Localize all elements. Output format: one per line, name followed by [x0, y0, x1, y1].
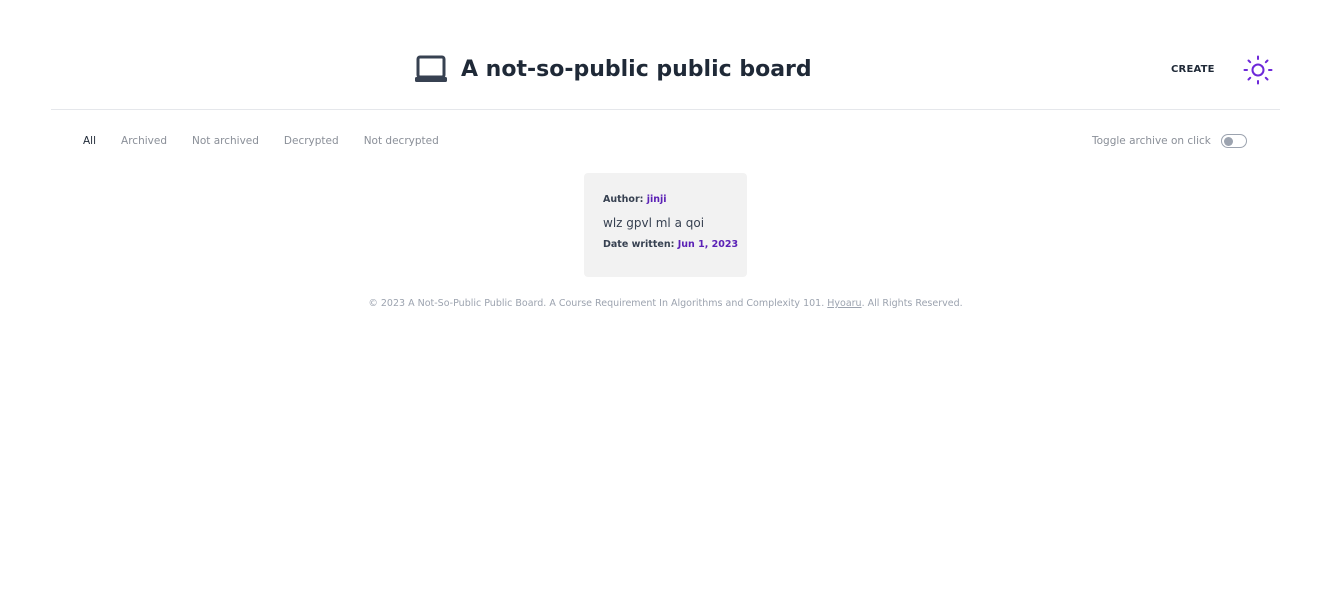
post-card[interactable]: Author: jinji wlz gpvl ml a qoi Date wri… — [584, 173, 747, 277]
site-header: A not-so-public public board CREATE — [51, 30, 1280, 110]
page-title: A not-so-public public board — [461, 56, 812, 82]
tab-not-archived[interactable]: Not archived — [183, 131, 268, 151]
filter-tabs: All Archived Not archived Decrypted Not … — [74, 131, 448, 151]
archive-toggle-group: Toggle archive on click — [1092, 131, 1247, 151]
tab-archived[interactable]: Archived — [112, 131, 176, 151]
archive-toggle-label: Toggle archive on click — [1092, 135, 1211, 147]
footer-rights: . All Rights Reserved. — [861, 298, 963, 309]
date-value: Jun 1, 2023 — [677, 239, 739, 250]
tab-all[interactable]: All — [74, 131, 105, 151]
post-body: wlz gpvl ml a qoi — [603, 216, 705, 230]
theme-toggle-button[interactable] — [1242, 54, 1274, 86]
laptop-icon — [415, 55, 447, 82]
post-author: Author: jinji — [603, 193, 728, 207]
tab-not-decrypted[interactable]: Not decrypted — [355, 131, 448, 151]
author-label: Author: — [603, 194, 644, 205]
site-footer: © 2023 A Not-So-Public Public Board. A C… — [0, 297, 1331, 311]
create-button[interactable]: CREATE — [1163, 60, 1223, 80]
post-date: Date written: Jun 1, 2023 — [603, 238, 738, 252]
footer-copyright: © 2023 A Not-So-Public Public Board. A C… — [368, 298, 828, 309]
archive-toggle-switch[interactable] — [1220, 134, 1247, 148]
switch-knob — [1223, 136, 1233, 146]
footer-author-link[interactable]: Hyoaru — [827, 298, 861, 309]
author-name: jinji — [646, 194, 667, 205]
date-label: Date written: — [603, 239, 675, 250]
tab-decrypted[interactable]: Decrypted — [275, 131, 348, 151]
sun-icon — [1243, 55, 1273, 85]
brand[interactable]: A not-so-public public board — [414, 54, 812, 84]
